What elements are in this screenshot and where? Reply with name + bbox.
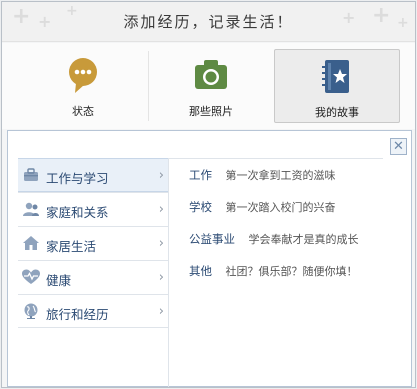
tab-my-story[interactable]: 我的故事 xyxy=(274,49,400,123)
globe-icon xyxy=(24,303,38,319)
column-divider xyxy=(168,158,169,387)
tab-photos-label: 那些照片 xyxy=(189,105,233,118)
people-icon xyxy=(23,202,39,216)
camera-icon xyxy=(195,60,227,89)
chevron-right-icon: › xyxy=(158,168,164,183)
category-label: 旅行和经历 xyxy=(46,307,109,322)
divider xyxy=(169,158,383,159)
close-button[interactable]: ✕ xyxy=(390,138,407,155)
subcategory-other[interactable]: 其他 社团？俱乐部？随便你填！ xyxy=(189,263,359,295)
category-home-life[interactable]: 家居生活 › xyxy=(18,226,168,260)
subcategory-key: 公益事业 xyxy=(189,232,235,246)
story-composer-widget: + + + + + + 添加经历，记录生活！ 状态 那些照片 我的故事 ✕ 工作… xyxy=(1,1,416,388)
subcategory-hint: 社团？俱乐部？随便你填！ xyxy=(225,265,358,278)
tab-my-story-label: 我的故事 xyxy=(315,106,359,119)
close-icon: ✕ xyxy=(393,139,404,154)
header-title: 添加经历，记录生活！ xyxy=(123,13,294,31)
category-family-relations[interactable]: 家庭和关系 › xyxy=(18,192,168,226)
story-book-icon xyxy=(322,60,349,93)
subcategory-key: 工作 xyxy=(189,168,212,182)
subcategory-hint: 学会奉献才是真的成长 xyxy=(248,233,359,246)
subcategory-work[interactable]: 工作 第一次拿到工资的滋味 xyxy=(189,167,359,199)
tab-status-label: 状态 xyxy=(72,105,94,118)
tab-photos[interactable]: 那些照片 xyxy=(148,49,274,123)
speech-bubble-icon xyxy=(69,58,97,93)
subcategory-hint: 第一次踏入校门的兴奋 xyxy=(225,201,336,214)
chevron-right-icon: › xyxy=(158,304,164,319)
category-label: 家庭和关系 xyxy=(46,205,109,220)
subcategory-key: 其他 xyxy=(189,264,212,278)
chevron-right-icon: › xyxy=(158,202,164,217)
category-label: 健康 xyxy=(46,273,72,288)
briefcase-icon xyxy=(24,168,38,181)
chevron-right-icon: › xyxy=(158,236,164,251)
house-icon xyxy=(23,236,39,250)
subcategory-list: 工作 第一次拿到工资的滋味 学校 第一次踏入校门的兴奋 公益事业 学会奉献才是真… xyxy=(189,167,359,295)
category-label: 工作与学习 xyxy=(46,171,109,186)
category-travel-experience[interactable]: 旅行和经历 › xyxy=(18,294,168,328)
category-health[interactable]: 健康 › xyxy=(18,260,168,294)
header-banner: + + + + + + 添加经历，记录生活！ xyxy=(2,2,415,42)
subcategory-charity[interactable]: 公益事业 学会奉献才是真的成长 xyxy=(189,231,359,263)
tab-bar: 状态 那些照片 我的故事 xyxy=(2,43,415,129)
category-work-study[interactable]: 工作与学习 › xyxy=(18,158,168,192)
heart-icon xyxy=(22,269,40,284)
category-label: 家居生活 xyxy=(46,239,97,254)
subcategory-key: 学校 xyxy=(189,200,212,214)
category-list: 工作与学习 › 家庭和关系 › 家居生活 › 健康 › 旅行和经历 › xyxy=(18,158,168,328)
tab-status[interactable]: 状态 xyxy=(20,49,146,123)
story-category-panel: ✕ 工作与学习 › 家庭和关系 › 家居生活 › 健康 › 旅行和经历 › 工作… xyxy=(7,130,412,387)
subcategory-school[interactable]: 学校 第一次踏入校门的兴奋 xyxy=(189,199,359,231)
subcategory-hint: 第一次拿到工资的滋味 xyxy=(225,169,336,182)
chevron-right-icon: › xyxy=(158,270,164,285)
